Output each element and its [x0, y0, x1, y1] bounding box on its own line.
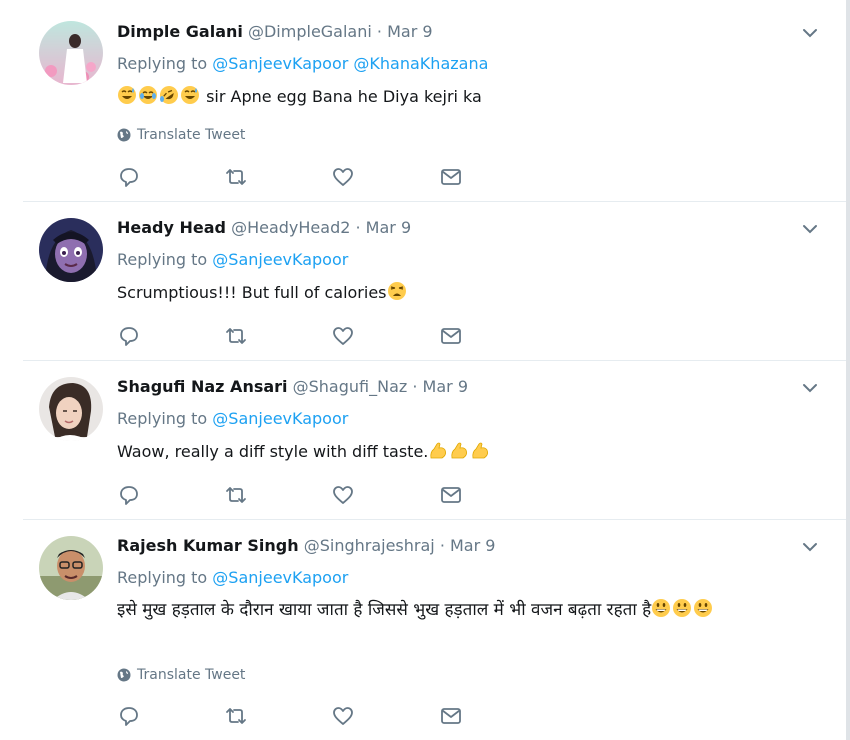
replying-label: Replying to	[117, 409, 213, 428]
replying-to: Replying to @SanjeevKapoor	[117, 408, 348, 430]
tweet-header: Shagufi Naz Ansari @Shagufi_Naz · Mar 9	[117, 376, 468, 398]
tweet-date[interactable]: Mar 9	[366, 218, 411, 237]
sweat-smile-emoji	[118, 86, 136, 104]
user-handle[interactable]: @HeadyHead2	[231, 218, 350, 237]
avatar[interactable]	[39, 377, 103, 441]
direct-message-icon[interactable]	[439, 483, 463, 507]
tweet-header: Rajesh Kumar Singh @Singhrajeshraj · Mar…	[117, 535, 495, 557]
direct-message-icon[interactable]	[439, 165, 463, 189]
like-heart-icon[interactable]	[331, 165, 355, 189]
sweat-smile-emoji	[181, 86, 199, 104]
tweet-actions	[117, 483, 537, 507]
tweet-text: इसे मुख हड़ताल के दौरान खाया जाता है जिस…	[117, 596, 757, 624]
tweet-date[interactable]: Mar 9	[423, 377, 468, 396]
globe-icon	[117, 668, 131, 682]
mention-link[interactable]: @SanjeevKapoor	[212, 54, 348, 73]
grinning-emoji	[652, 599, 671, 617]
user-handle[interactable]: @DimpleGalani	[248, 22, 372, 41]
chevron-down-icon[interactable]	[801, 24, 819, 42]
joy-emoji	[139, 86, 157, 104]
replying-label: Replying to	[117, 54, 213, 73]
tweet-body: Waow, really a diff style with diff tast…	[117, 442, 429, 461]
tweet-actions	[117, 324, 537, 348]
tweet-body: इसे मुख हड़ताल के दौरान खाया जाता है जिस…	[117, 600, 652, 620]
mention-link[interactable]: @KhanaKhazana	[353, 54, 488, 73]
translate-label: Translate Tweet	[137, 127, 246, 143]
like-heart-icon[interactable]	[331, 704, 355, 728]
weary-emoji	[387, 282, 406, 300]
avatar[interactable]	[39, 536, 103, 600]
tweet-header: Dimple Galani @DimpleGalani · Mar 9	[117, 21, 433, 43]
direct-message-icon[interactable]	[439, 324, 463, 348]
tweet-date[interactable]: Mar 9	[387, 22, 432, 41]
separator: ·	[350, 218, 366, 237]
rofl-emoji	[160, 86, 178, 104]
tweet-body: Scrumptious!!! But full of calories	[117, 283, 387, 302]
chevron-down-icon[interactable]	[801, 538, 819, 556]
direct-message-icon[interactable]	[439, 704, 463, 728]
tweet-date[interactable]: Mar 9	[450, 536, 495, 555]
tweet[interactable]: Heady Head @HeadyHead2 · Mar 9 Replying …	[23, 202, 847, 361]
replying-to: Replying to @SanjeevKapoor	[117, 249, 348, 271]
scrollbar-edge	[846, 0, 850, 740]
tweet-header: Heady Head @HeadyHead2 · Mar 9	[117, 217, 411, 239]
tweet-actions	[117, 704, 537, 728]
retweet-icon[interactable]	[224, 483, 248, 507]
replying-to: Replying to @SanjeevKapoor	[117, 567, 348, 589]
grinning-emoji	[673, 599, 692, 617]
display-name[interactable]: Heady Head	[117, 218, 226, 237]
tweet[interactable]: Dimple Galani @DimpleGalani · Mar 9 Repl…	[23, 0, 847, 202]
tweet[interactable]: Shagufi Naz Ansari @Shagufi_Naz · Mar 9 …	[23, 361, 847, 520]
flexed-biceps-emoji	[472, 442, 489, 459]
flexed-biceps-emoji	[451, 442, 468, 459]
reply-feed: Dimple Galani @DimpleGalani · Mar 9 Repl…	[0, 0, 850, 740]
tweet-text: Scrumptious!!! But full of calories	[117, 279, 757, 307]
replying-label: Replying to	[117, 250, 213, 269]
translate-tweet-link[interactable]: Translate Tweet	[117, 666, 245, 684]
tweet[interactable]: Rajesh Kumar Singh @Singhrajeshraj · Mar…	[23, 520, 847, 740]
like-heart-icon[interactable]	[331, 483, 355, 507]
avatar[interactable]	[39, 218, 103, 282]
user-handle[interactable]: @Singhrajeshraj	[304, 536, 435, 555]
display-name[interactable]: Shagufi Naz Ansari	[117, 377, 288, 396]
reply-icon[interactable]	[117, 704, 141, 728]
tweet-text: sir Apne egg Bana he Diya kejri ka	[117, 83, 757, 111]
like-heart-icon[interactable]	[331, 324, 355, 348]
globe-icon	[117, 128, 131, 142]
grinning-emoji	[694, 599, 713, 617]
separator: ·	[434, 536, 450, 555]
tweet-actions	[117, 165, 537, 189]
translate-label: Translate Tweet	[137, 667, 246, 683]
reply-icon[interactable]	[117, 324, 141, 348]
separator: ·	[371, 22, 388, 41]
retweet-icon[interactable]	[224, 704, 248, 728]
replying-label: Replying to	[117, 568, 213, 587]
avatar[interactable]	[39, 21, 103, 85]
mention-link[interactable]: @SanjeevKapoor	[212, 568, 348, 587]
flexed-biceps-emoji	[430, 442, 447, 459]
tweet-body: sir Apne egg Bana he Diya kejri ka	[201, 87, 482, 106]
display-name[interactable]: Dimple Galani	[117, 22, 243, 41]
mention-link[interactable]: @SanjeevKapoor	[212, 250, 348, 269]
retweet-icon[interactable]	[224, 165, 248, 189]
replying-to: Replying to @SanjeevKapoor @KhanaKhazana	[117, 53, 488, 75]
display-name[interactable]: Rajesh Kumar Singh	[117, 536, 299, 555]
tweet-text: Waow, really a diff style with diff tast…	[117, 438, 757, 466]
chevron-down-icon[interactable]	[801, 220, 819, 238]
mention-link[interactable]: @SanjeevKapoor	[212, 409, 348, 428]
reply-icon[interactable]	[117, 165, 141, 189]
reply-icon[interactable]	[117, 483, 141, 507]
retweet-icon[interactable]	[224, 324, 248, 348]
separator: ·	[407, 377, 423, 396]
chevron-down-icon[interactable]	[801, 379, 819, 397]
user-handle[interactable]: @Shagufi_Naz	[293, 377, 408, 396]
translate-tweet-link[interactable]: Translate Tweet	[117, 126, 245, 144]
